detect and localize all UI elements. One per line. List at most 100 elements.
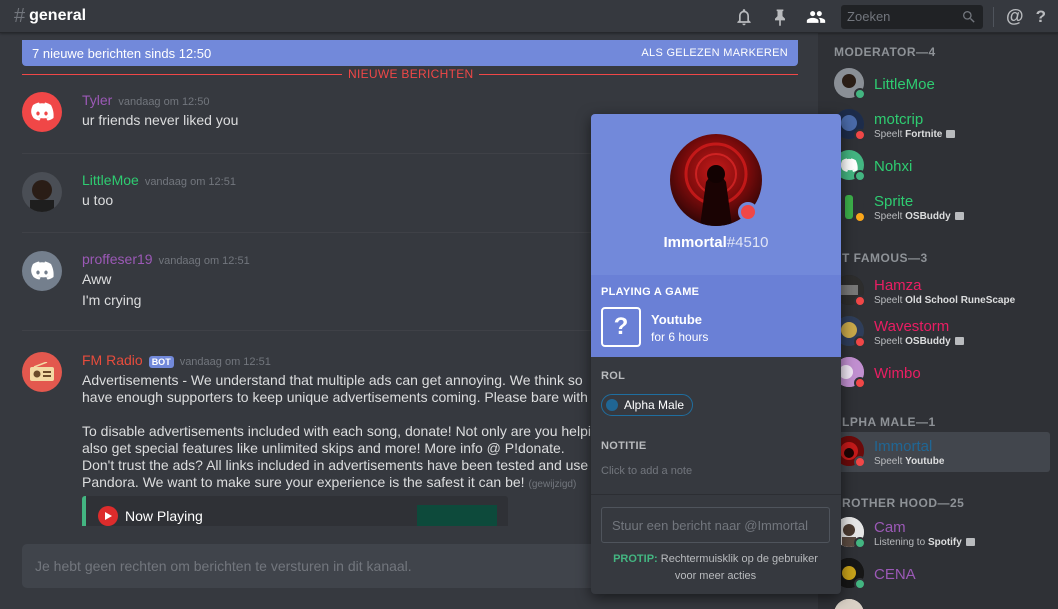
status-dnd-icon xyxy=(854,129,866,141)
member-section-header: ROTHER HOOD—25 xyxy=(842,496,965,510)
note-input[interactable]: Click to add a note xyxy=(601,465,692,477)
mentions-icon[interactable]: @ xyxy=(1006,6,1024,27)
message-timestamp: vandaag om 12:51 xyxy=(179,356,271,368)
channel-header: # general Zoeken @ ? xyxy=(0,0,1058,33)
message-text: also get special features like unlimited… xyxy=(82,440,565,456)
popout-header: Immortal#4510 PLAYING A GAME ? Youtube f… xyxy=(591,114,841,357)
member-name: Cam xyxy=(874,519,906,536)
protip: PROTIP: Rechtermuisklik op de gebruiker … xyxy=(601,551,830,585)
member-item[interactable]: cuck xyxy=(832,595,1050,609)
pin-icon[interactable] xyxy=(769,6,791,28)
discord-logo-icon xyxy=(31,102,54,121)
member-activity: Speelt Fortnite xyxy=(874,129,956,140)
member-activity: Speelt Old School RuneScape xyxy=(874,295,1016,306)
avatar xyxy=(834,599,864,609)
member-name: Sprite xyxy=(874,193,914,210)
status-dnd-icon xyxy=(854,456,866,468)
role-section-label: ROL xyxy=(601,370,626,382)
new-messages-divider: NIEUWE BERICHTEN xyxy=(22,67,798,81)
member-item[interactable]: Sprite Speelt OSBuddy xyxy=(832,187,1050,227)
member-item[interactable]: Wavestorm Speelt OSBuddy xyxy=(832,312,1050,352)
activity-name: Youtube xyxy=(651,312,703,327)
embed-thumbnail xyxy=(417,505,497,526)
bot-badge: BOT xyxy=(148,356,174,368)
status-online-icon xyxy=(854,537,866,549)
message-author[interactable]: FM Radio xyxy=(82,352,143,368)
message-author[interactable]: proffeser19 xyxy=(82,251,153,267)
header-toolbar: Zoeken @ ? xyxy=(733,0,1058,33)
direct-message-input[interactable]: Stuur een bericht naar @Immortal xyxy=(601,507,830,543)
member-item[interactable]: motcrip Speelt Fortnite xyxy=(832,105,1050,145)
message-text: To disable advertisements included with … xyxy=(82,423,591,439)
member-section-header: LPHA MALE—1 xyxy=(842,415,936,429)
discord-logo-icon xyxy=(31,261,54,280)
bell-icon[interactable] xyxy=(733,6,755,28)
member-item-selected[interactable]: Immortal Speelt Youtube xyxy=(832,432,1050,472)
popout-username: Immortal xyxy=(663,234,727,251)
header-separator xyxy=(993,6,995,27)
message-timestamp: vandaag om 12:51 xyxy=(144,176,236,188)
member-section-header: T FAMOUS—3 xyxy=(842,251,928,265)
direct-message-placeholder: Stuur een bericht naar @Immortal xyxy=(612,517,809,533)
protip-text: voor meer acties xyxy=(674,570,757,582)
member-name: Hamza xyxy=(874,277,922,294)
message-author[interactable]: Tyler xyxy=(82,92,112,108)
status-idle-icon xyxy=(854,211,866,223)
channel-name: general xyxy=(29,7,87,24)
protip-text: Rechtermuisklik op de gebruiker xyxy=(660,553,818,565)
status-dnd-icon xyxy=(854,377,866,389)
mark-as-read-button[interactable]: ALS GELEZEN MARKEREN xyxy=(641,47,788,59)
hash-icon: # xyxy=(14,4,26,27)
avatar[interactable] xyxy=(22,172,62,212)
message-text: Advertisements - We understand that mult… xyxy=(82,372,583,388)
popout-discriminator: #4510 xyxy=(726,234,769,251)
member-item[interactable]: LittleMoe xyxy=(832,64,1050,104)
member-list-icon[interactable] xyxy=(805,6,827,28)
member-name: LittleMoe xyxy=(874,76,935,93)
help-icon[interactable]: ? xyxy=(1036,7,1046,27)
member-name: Wimbo xyxy=(874,365,921,382)
popout-separator xyxy=(591,494,841,495)
member-item[interactable]: CENA xyxy=(832,554,1050,594)
member-name: Nohxi xyxy=(874,158,913,175)
member-activity: Listening to Spotify xyxy=(874,537,975,548)
user-photo-icon xyxy=(22,172,62,212)
member-item[interactable]: Cam Listening to Spotify xyxy=(832,513,1050,553)
search-input[interactable]: Zoeken xyxy=(841,4,984,29)
status-dnd-icon xyxy=(738,202,758,222)
member-section-header: MODERATOR—4 xyxy=(834,45,936,59)
search-placeholder: Zoeken xyxy=(847,9,891,24)
rich-presence-icon xyxy=(965,538,975,547)
member-activity: Speelt OSBuddy xyxy=(874,211,964,222)
message-text: Pandora. We want to make sure your exper… xyxy=(82,474,525,490)
activity-duration: for 6 hours xyxy=(651,330,709,344)
new-messages-label: NIEUWE BERICHTEN xyxy=(342,67,480,81)
message-timestamp: vandaag om 12:51 xyxy=(158,255,250,267)
member-item[interactable]: Hamza Speelt Old School RuneScape xyxy=(832,271,1050,311)
note-section-label: NOTITIE xyxy=(601,440,647,452)
member-item[interactable]: Wimbo xyxy=(832,353,1050,393)
avatar[interactable] xyxy=(22,251,62,291)
role-name: Alpha Male xyxy=(624,398,685,412)
member-name: CENA xyxy=(874,566,916,583)
member-activity: Speelt Youtube xyxy=(874,456,945,467)
status-online-icon xyxy=(854,170,866,182)
message-author[interactable]: LittleMoe xyxy=(82,172,139,188)
status-online-icon xyxy=(854,88,866,100)
role-pill[interactable]: Alpha Male xyxy=(601,394,694,416)
role-color-dot xyxy=(606,399,618,411)
member-item[interactable]: Nohxi xyxy=(832,146,1050,186)
avatar[interactable] xyxy=(22,92,62,132)
member-list: MODERATOR—4 LittleMoe motcrip Speelt For… xyxy=(818,33,1058,609)
user-photo-icon xyxy=(834,599,864,609)
new-messages-text: 7 nieuwe berichten sinds 12:50 xyxy=(32,45,212,61)
member-name: Wavestorm xyxy=(874,318,950,335)
status-dnd-icon xyxy=(854,295,866,307)
rich-presence-icon xyxy=(954,212,964,221)
new-messages-banner[interactable]: 7 nieuwe berichten sinds 12:50 ALS GELEZ… xyxy=(22,40,798,66)
popout-username-tag[interactable]: Immortal#4510 xyxy=(591,234,841,251)
protip-label: PROTIP: xyxy=(613,553,658,565)
avatar[interactable] xyxy=(22,352,62,392)
search-icon xyxy=(963,10,975,23)
